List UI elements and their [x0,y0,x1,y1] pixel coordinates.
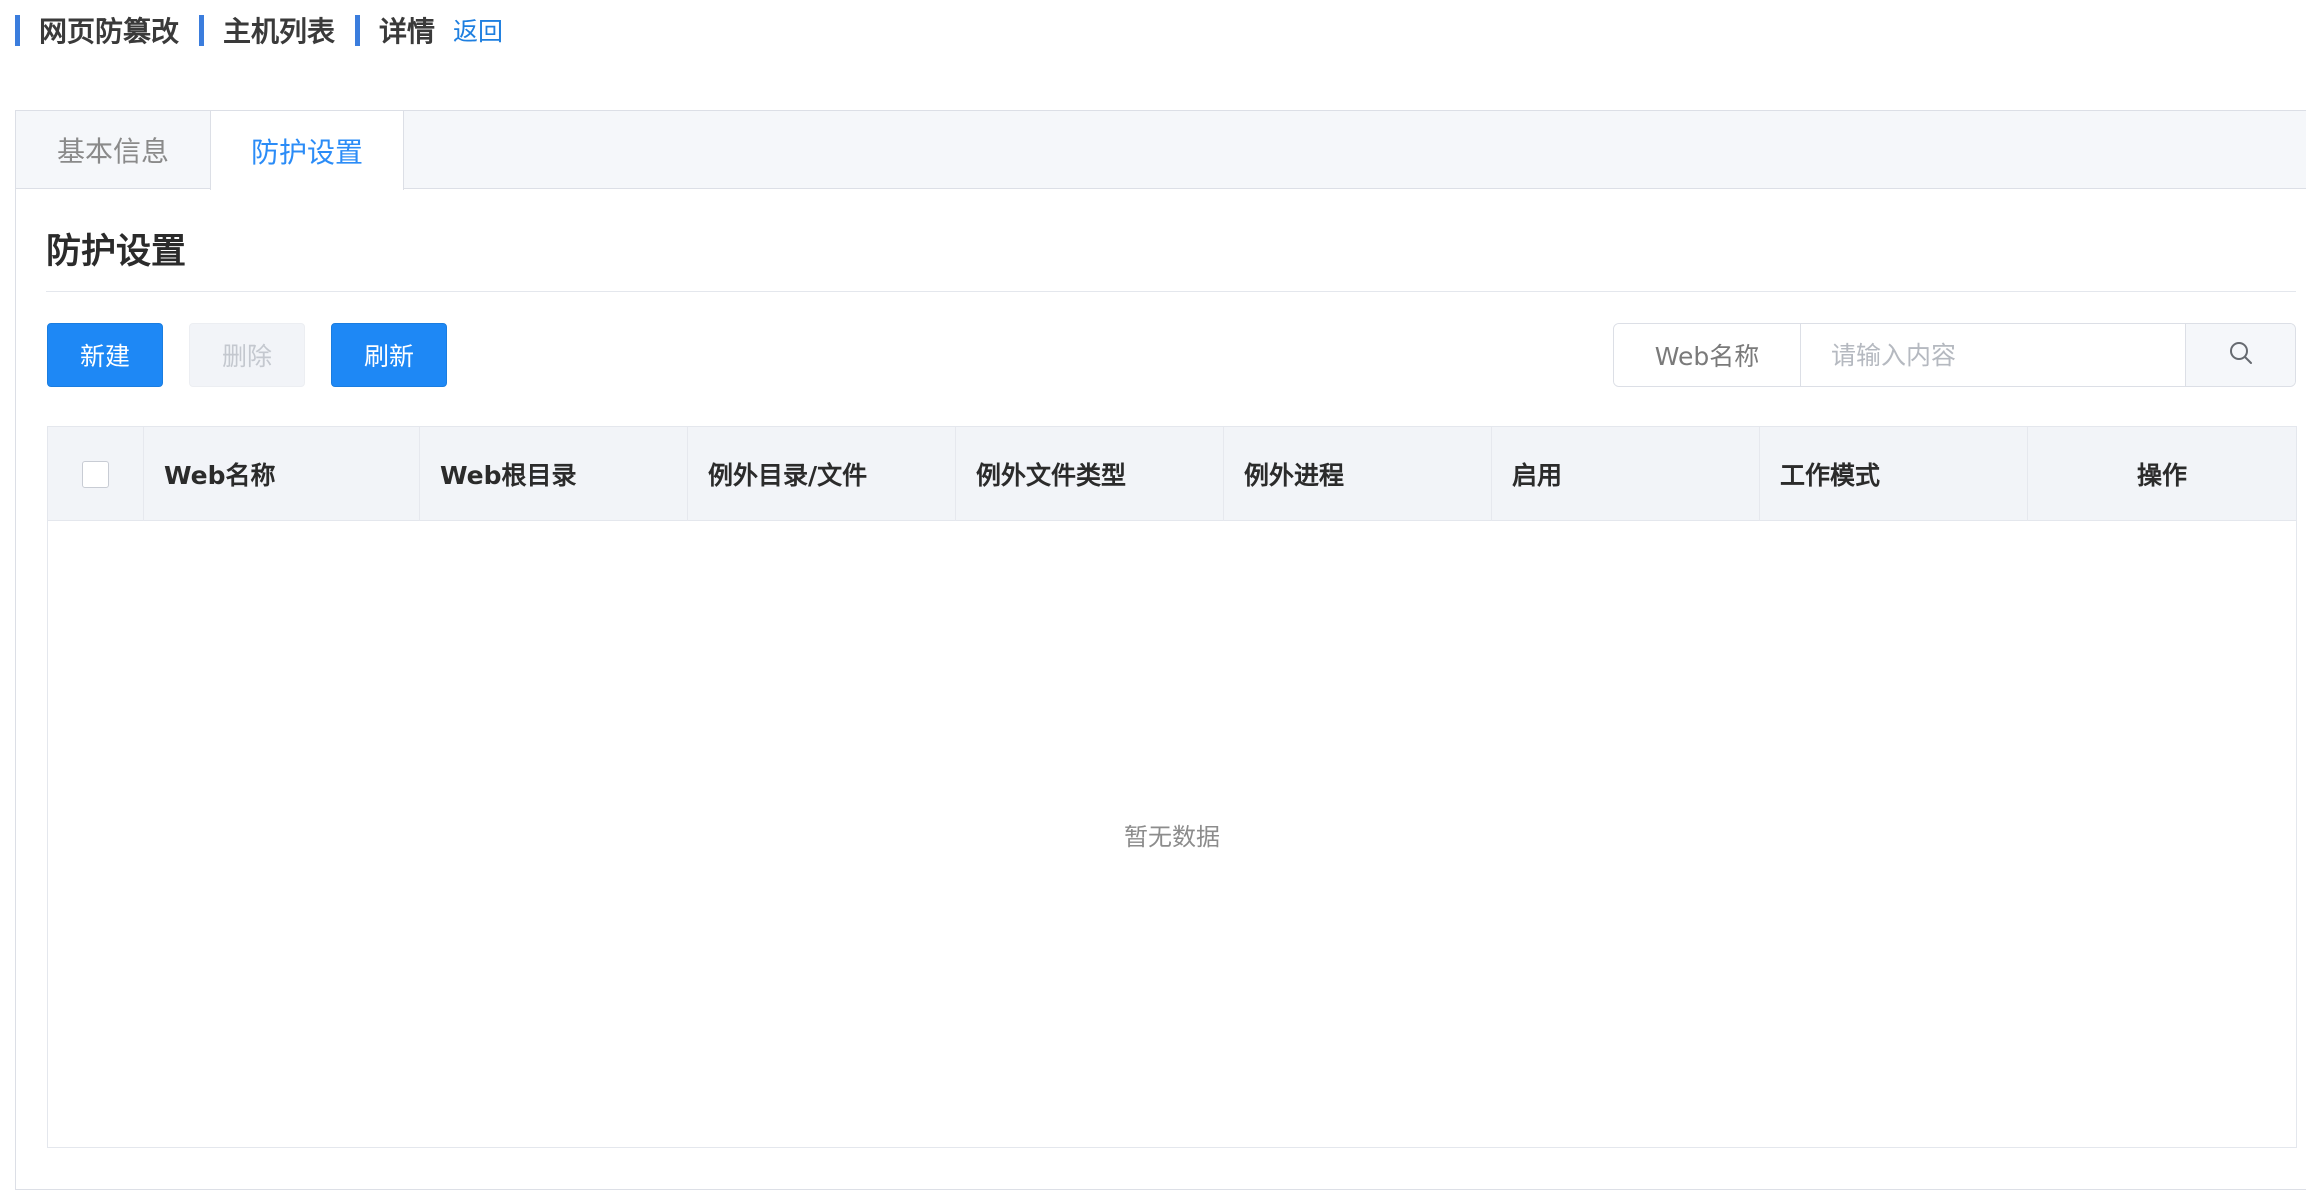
search-field-label[interactable]: Web名称 [1614,324,1801,386]
table-header: Web名称 Web根目录 例外目录/文件 例外文件类型 例外进程 启用 工作模式… [48,427,2296,521]
select-all-cell [48,427,144,521]
breadcrumb-item-host-list[interactable]: 主机列表 [199,10,335,50]
new-button[interactable]: 新建 [47,323,163,387]
settings-table: Web名称 Web根目录 例外目录/文件 例外文件类型 例外进程 启用 工作模式… [47,426,2297,1148]
breadcrumb-item-detail: 详情 [355,10,435,50]
column-header-actions: 操作 [2136,461,2187,490]
select-all-checkbox[interactable] [82,460,109,488]
search-input[interactable] [1801,324,2185,386]
breadcrumb: 网页防篡改 主机列表 详情 返回 [15,8,503,52]
breadcrumb-bar [15,14,20,46]
column-header-web-name: Web名称 [144,427,420,521]
breadcrumb-label: 详情 [379,15,436,48]
breadcrumb-bar [199,14,205,46]
tab-bar: 基本信息 防护设置 [16,111,2306,190]
section-title: 防护设置 [46,232,187,272]
column-header-web-root: Web根目录 [420,427,688,521]
search-icon [2228,340,2254,370]
breadcrumb-label: 网页防篡改 [39,15,180,48]
refresh-button[interactable]: 刷新 [331,323,447,387]
tab-basic-info[interactable]: 基本信息 [16,111,210,189]
column-header-exception-path: 例外目录/文件 [688,427,956,521]
back-link[interactable]: 返回 [453,12,503,48]
detail-card: 基本信息 防护设置 防护设置 新建 删除 刷新 Web名称 Web名称 Web根… [15,110,2306,1190]
search-group: Web名称 [1613,323,2296,387]
delete-button[interactable]: 删除 [189,323,305,387]
search-button[interactable] [2185,324,2295,386]
breadcrumb-bar [355,14,361,46]
section-divider [46,291,2296,292]
empty-state: 暂无数据 [1124,822,1220,851]
column-header-exception-process: 例外进程 [1224,427,1492,521]
tab-protection-settings[interactable]: 防护设置 [210,111,404,190]
column-header-enabled: 启用 [1492,427,1760,521]
breadcrumb-label: 主机列表 [223,15,336,48]
column-header-work-mode: 工作模式 [1760,427,2028,521]
breadcrumb-item-tamper-protection[interactable]: 网页防篡改 [15,10,179,50]
column-header-exception-file-type: 例外文件类型 [956,427,1224,521]
